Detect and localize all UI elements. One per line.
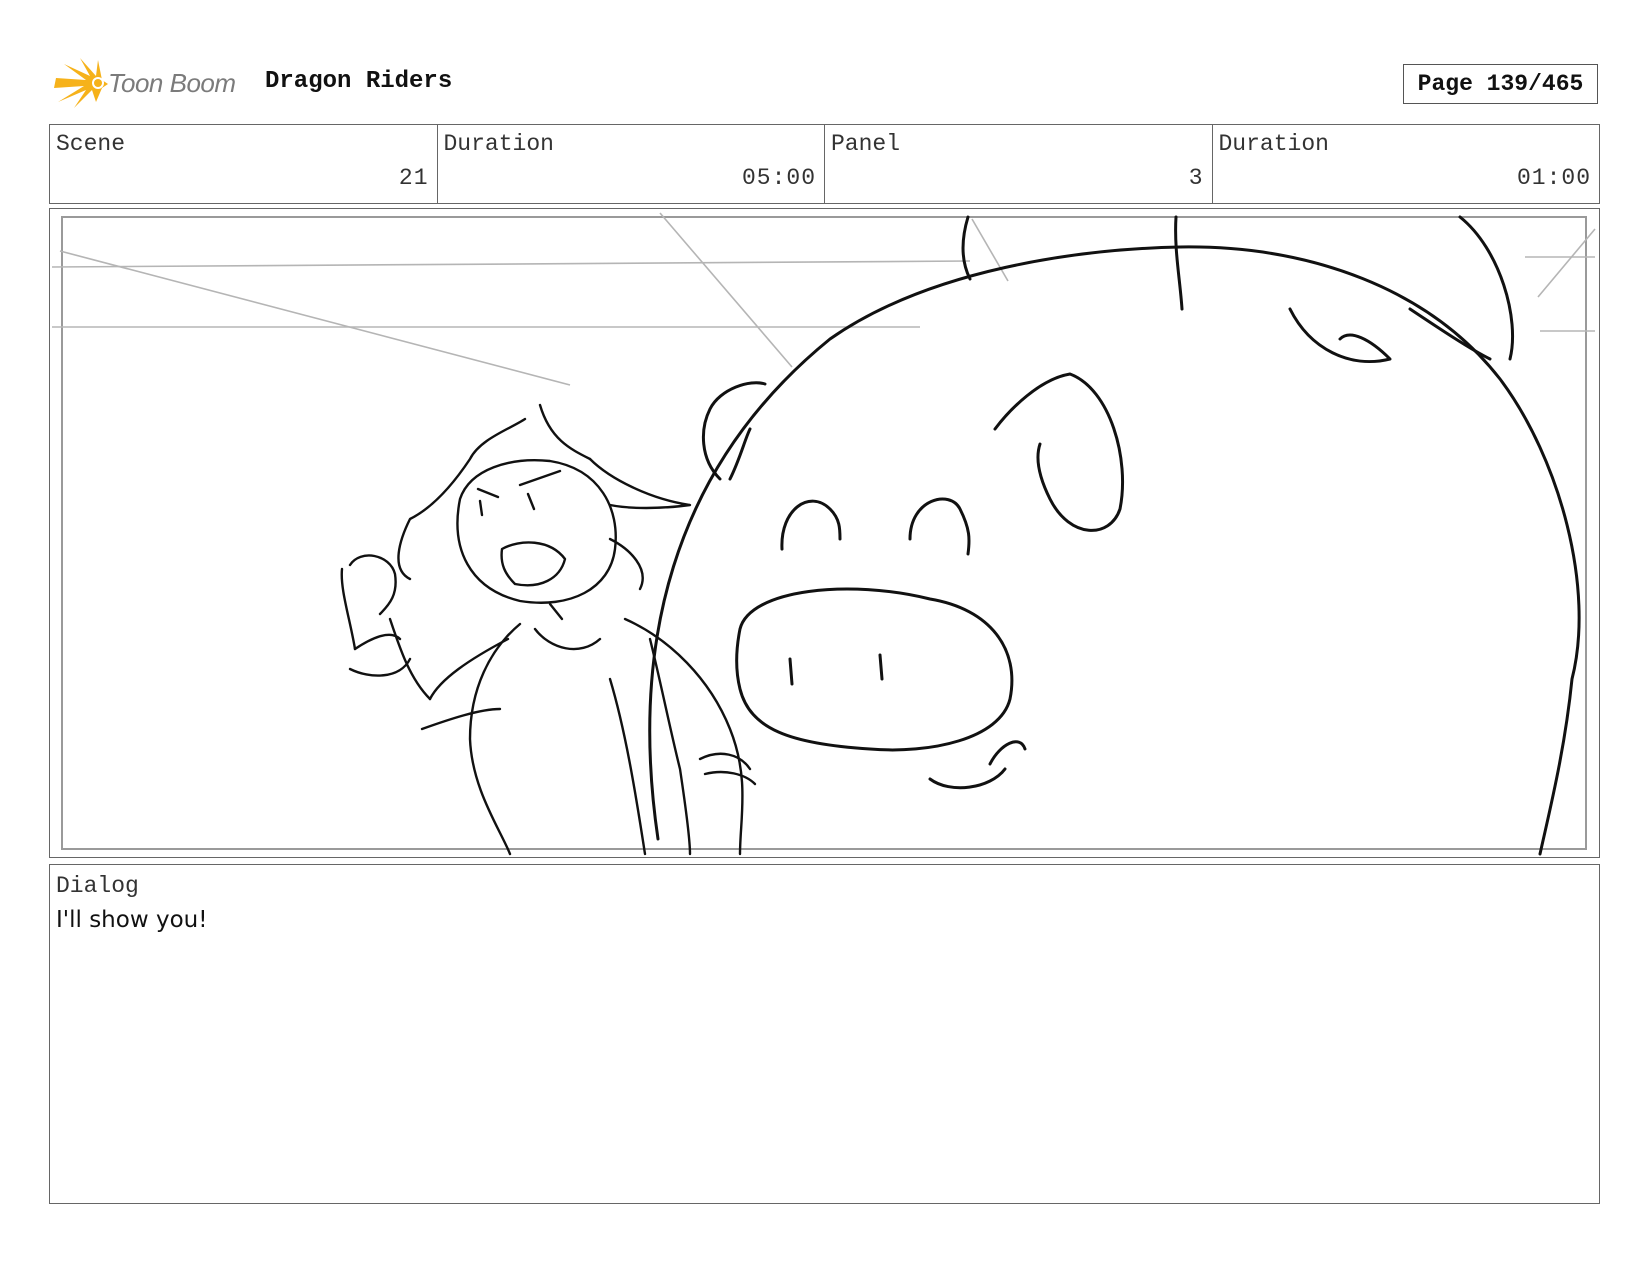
panel-duration-cell: Duration 01:00 — [1213, 125, 1600, 203]
scene-label: Scene — [56, 131, 126, 157]
project-title: Dragon Riders — [265, 68, 453, 95]
dialog-label: Dialog — [56, 873, 139, 899]
background-guide-lines — [51, 212, 1596, 386]
page-number: Page 139/465 — [1403, 64, 1598, 104]
panel-value: 3 — [1188, 165, 1204, 191]
scene-value: 21 — [398, 165, 429, 191]
dialog-text: I'll show you! — [56, 907, 208, 933]
logo-text: Toon Boom — [108, 68, 236, 98]
panel-label: Panel — [831, 131, 901, 157]
girl-character-sketch — [340, 403, 757, 856]
panel-duration-value: 01:00 — [1516, 165, 1591, 191]
scene-duration-label: Duration — [443, 131, 554, 157]
panel-cell: Panel 3 — [825, 125, 1213, 203]
round-creature-sketch — [648, 215, 1581, 856]
info-row: Scene 21 Duration 05:00 Panel 3 Duration… — [49, 124, 1600, 204]
dialog-box: Dialog I'll show you! — [49, 864, 1600, 1204]
panel-duration-label: Duration — [1218, 131, 1329, 157]
scene-duration-cell: Duration 05:00 — [438, 125, 825, 203]
scene-duration-value: 05:00 — [741, 165, 816, 191]
scene-cell: Scene 21 — [50, 125, 438, 203]
storyboard-panel — [49, 208, 1600, 858]
panel-drawing — [51, 212, 1596, 856]
